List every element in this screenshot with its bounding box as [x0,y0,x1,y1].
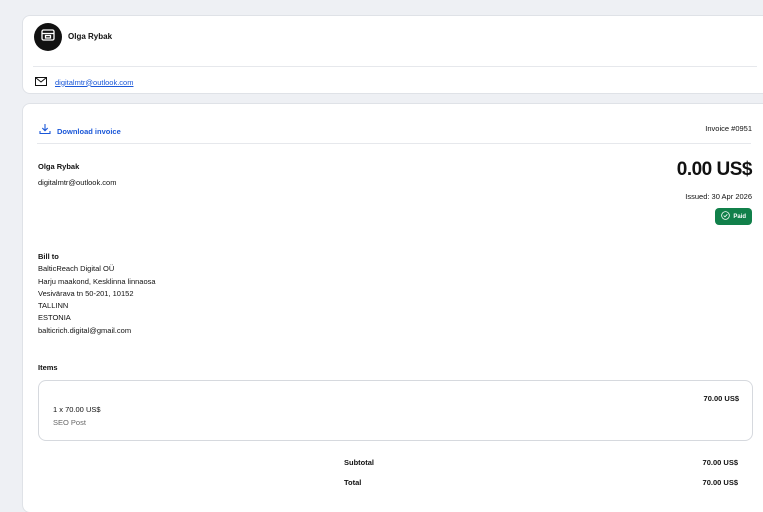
item-total: 70.00 US$ [703,394,739,403]
bill-to-line: Vesivärava tn 50-201, 10152 [38,288,134,298]
total-label: Total [344,478,362,487]
bill-to-line: ESTONIA [38,313,71,323]
check-circle-icon [721,211,731,222]
seller-email-link[interactable]: digitalmtr@outlook.com [55,78,133,87]
invoice-number: Invoice #0951 [705,124,752,133]
bill-to-line: Harju maakond, Kesklinna linnaosa [38,276,156,286]
divider [33,66,757,67]
bill-to-line: BalticReach Digital OÜ [38,264,115,274]
from-email: digitalmtr@outlook.com [38,178,117,187]
seller-card: Olga Rybak digitalmtr@outlook.com [22,15,763,94]
from-name: Olga Rybak [38,162,80,171]
status-badge: Paid [715,208,752,225]
subtotal-label: Subtotal [344,458,374,467]
status-label: Paid [733,213,746,220]
bill-to-line: balticrich.digital@gmail.com [38,325,132,335]
download-invoice-label: Download invoice [57,126,121,136]
divider [37,143,751,144]
download-invoice-button[interactable]: Download invoice [39,122,121,140]
issued-date: Issued: 30 Apr 2026 [685,192,752,201]
mail-icon [35,73,47,91]
subtotal-value: 70.00 US$ [702,458,738,467]
list-item: 70.00 US$ 1 x 70.00 US$ SEO Post [38,380,753,441]
item-qty-price: 1 x 70.00 US$ [53,405,101,414]
total-value: 70.00 US$ [702,478,738,487]
bill-to-title: Bill to [38,252,59,261]
invoice-amount: 0.00 US$ [676,159,753,180]
item-description: SEO Post [53,418,86,427]
bill-to-line: TALLINN [38,301,69,311]
avatar [34,23,62,51]
download-icon [39,122,51,140]
items-title: Items [38,363,58,372]
invoice-card: Download invoice Invoice #0951 Olga Ryba… [22,103,763,512]
seller-name: Olga Rybak [68,32,113,41]
store-icon [40,27,56,48]
bill-to-block: Bill to BalticReach Digital OÜ Harju maa… [38,251,156,337]
email-row: digitalmtr@outlook.com [35,73,133,91]
